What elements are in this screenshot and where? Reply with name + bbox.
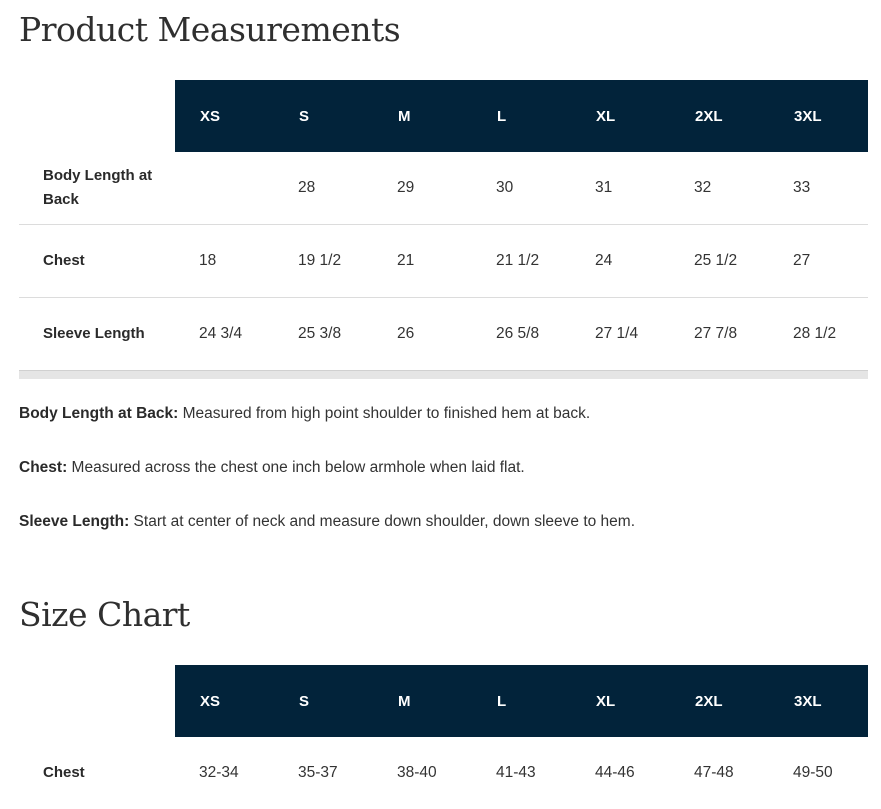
note-term: Sleeve Length:	[19, 513, 130, 530]
table-cell: 27	[793, 252, 811, 269]
size-header-xs: XS	[200, 107, 221, 125]
row-label: Body Length at Back	[43, 167, 153, 208]
section-title: Size Chart	[19, 595, 190, 634]
row-label: Sleeve Length	[43, 325, 145, 342]
note-text: Measured across the chest one inch below…	[67, 459, 525, 476]
table-cell: 41-43	[496, 764, 536, 781]
table-cell: 32-34	[199, 764, 239, 781]
table-cell: 32	[694, 179, 712, 196]
row-label: Chest	[43, 252, 85, 269]
note-text: Measured from high point shoulder to fin…	[178, 405, 591, 422]
table-cell: 30	[496, 179, 514, 196]
table-cell: 33	[793, 179, 811, 196]
size-header-xl: XL	[596, 107, 616, 125]
table-scrollbar-track	[19, 370, 868, 379]
size-header-s: S	[299, 692, 310, 710]
note-sleeve-length: Sleeve Length: Start at center of neck a…	[19, 513, 635, 531]
row-label: Chest	[43, 764, 85, 781]
table-cell: 26	[397, 325, 415, 342]
table-cell: 28 1/2	[793, 325, 837, 342]
table-cell: 18	[199, 252, 217, 269]
page-title: Product Measurements	[19, 10, 401, 49]
table-row-chest: Chest 18 19 1/2 21 21 1/2 24 25 1/2 27	[19, 225, 868, 298]
size-header-3xl: 3XL	[794, 107, 822, 125]
table-cell: 25 3/8	[298, 325, 342, 342]
size-header-bar: XS S M L XL 2XL 3XL	[175, 80, 868, 152]
size-header-l: L	[497, 692, 507, 710]
size-header-m: M	[398, 107, 411, 125]
table-cell	[175, 179, 274, 197]
table-cell: 47-48	[694, 764, 734, 781]
note-body-length: Body Length at Back: Measured from high …	[19, 405, 590, 423]
size-header-xl: XL	[596, 692, 616, 710]
table-cell: 38-40	[397, 764, 437, 781]
size-header-l: L	[497, 107, 507, 125]
size-header-2xl: 2XL	[695, 692, 723, 710]
table-cell: 27 1/4	[595, 325, 639, 342]
table-cell: 24 3/4	[199, 325, 243, 342]
size-header-m: M	[398, 692, 411, 710]
size-header-3xl: 3XL	[794, 692, 822, 710]
table-cell: 27 7/8	[694, 325, 738, 342]
note-term: Body Length at Back:	[19, 405, 179, 422]
table-row-sleeve-length: Sleeve Length 24 3/4 25 3/8 26 26 5/8 27…	[19, 298, 868, 370]
table-header: XS S M L XL 2XL 3XL	[19, 80, 868, 152]
note-term: Chest:	[19, 459, 68, 476]
size-chart-table: XS S M L XL 2XL 3XL Chest 32-34 35-37 38…	[19, 665, 868, 809]
table-cell: 28	[298, 179, 316, 196]
size-header-bar: XS S M L XL 2XL 3XL	[175, 665, 868, 737]
table-cell: 25 1/2	[694, 252, 738, 269]
table-cell: 21	[397, 252, 415, 269]
table-cell: 44-46	[595, 764, 635, 781]
table-cell: 24	[595, 252, 613, 269]
size-header-2xl: 2XL	[695, 107, 723, 125]
table-cell: 49-50	[793, 764, 833, 781]
table-header: XS S M L XL 2XL 3XL	[19, 665, 868, 737]
table-cell: 35-37	[298, 764, 338, 781]
note-text: Start at center of neck and measure down…	[129, 513, 636, 530]
header-corner	[19, 80, 175, 152]
table-cell: 31	[595, 179, 613, 196]
table-cell: 29	[397, 179, 415, 196]
header-corner	[19, 665, 175, 737]
table-cell: 21 1/2	[496, 252, 540, 269]
size-header-s: S	[299, 107, 310, 125]
table-row-chest: Chest 32-34 35-37 38-40 41-43 44-46 47-4…	[19, 737, 868, 809]
note-chest: Chest: Measured across the chest one inc…	[19, 459, 525, 477]
size-header-xs: XS	[200, 692, 221, 710]
table-cell: 26 5/8	[496, 325, 540, 342]
measurements-table: XS S M L XL 2XL 3XL Body Length at Back …	[19, 80, 868, 379]
table-row-body-length: Body Length at Back 28 29 30 31 32 33	[19, 152, 868, 225]
table-cell: 19 1/2	[298, 252, 342, 269]
